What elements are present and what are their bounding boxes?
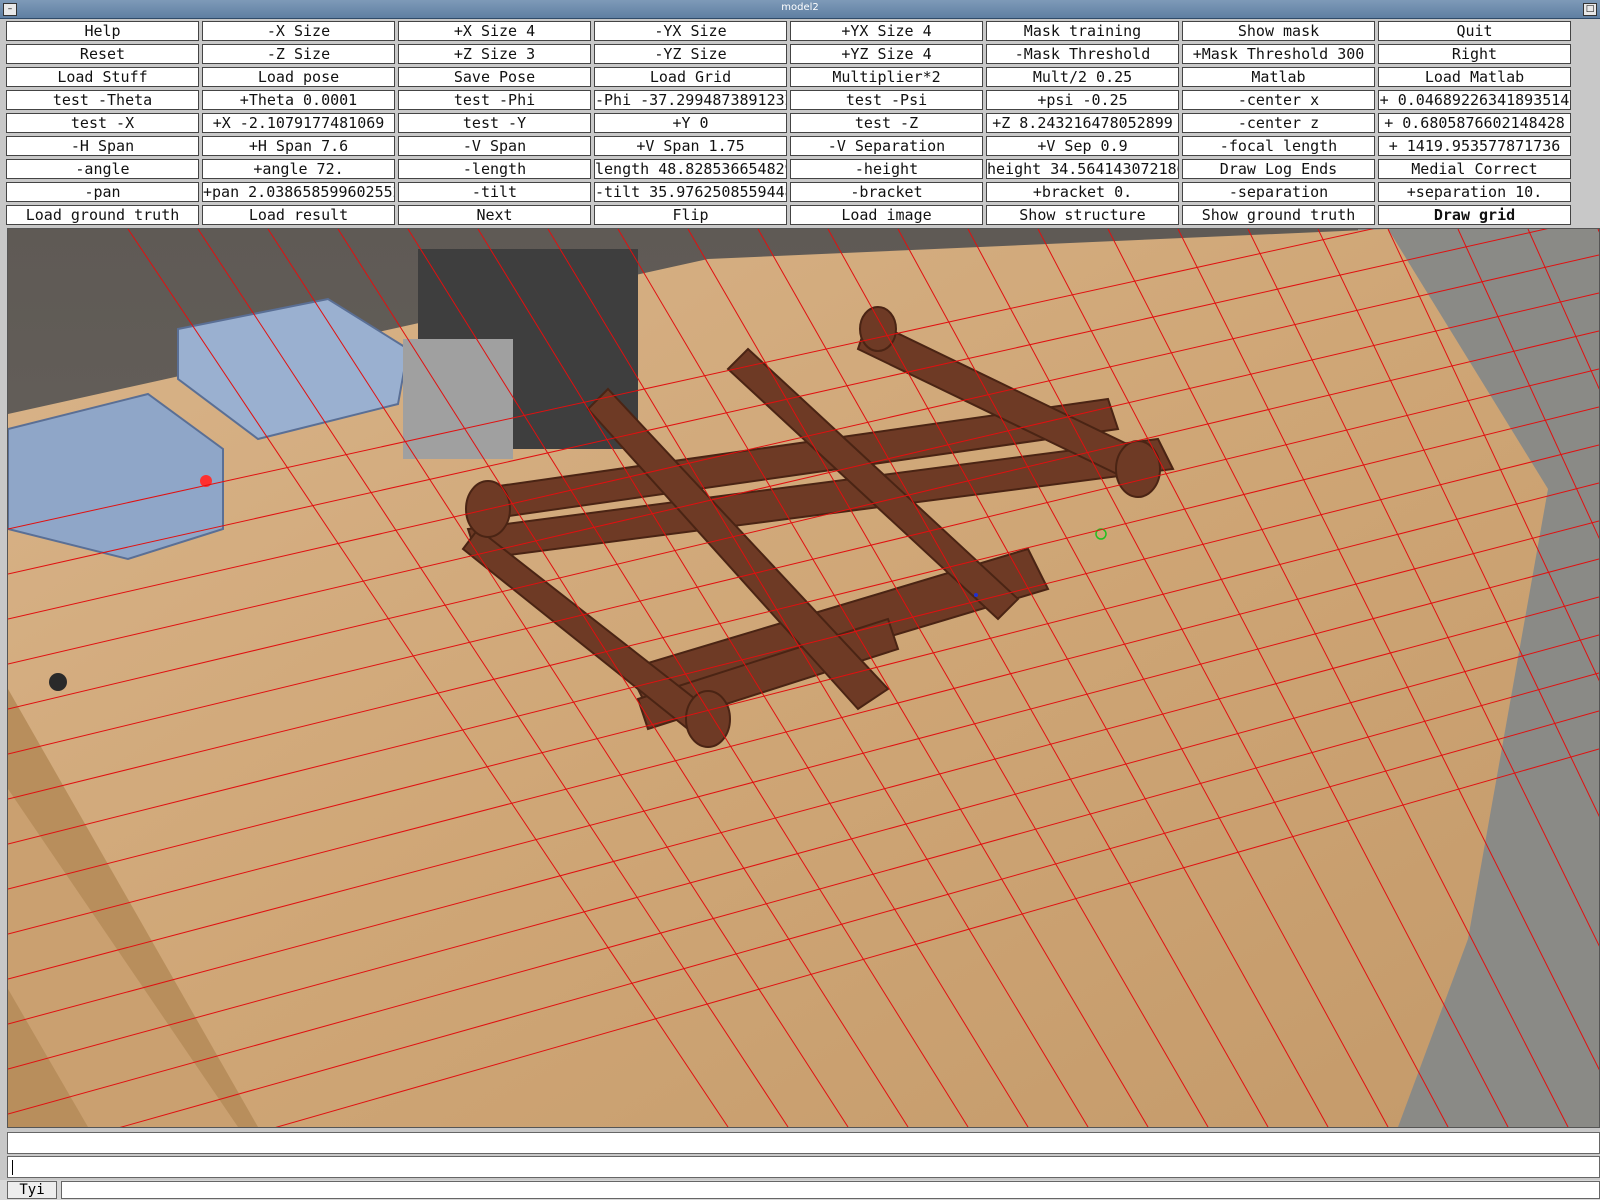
button-r8-c6[interactable]: Show ground truth [1182, 205, 1375, 225]
button-r3-c7[interactable]: + 0.04689226341893514 [1378, 90, 1571, 110]
camera-image [8, 229, 1599, 1127]
camera-image-view[interactable] [7, 228, 1600, 1128]
button-r3-c1[interactable]: +Theta 0.0001 [202, 90, 395, 110]
button-r0-c7[interactable]: Quit [1378, 21, 1571, 41]
button-r2-c5[interactable]: Mult/2 0.25 [986, 67, 1179, 87]
button-r7-c0[interactable]: -pan [6, 182, 199, 202]
button-r8-c2[interactable]: Next [398, 205, 591, 225]
command-input[interactable] [7, 1156, 1600, 1178]
button-r8-c0[interactable]: Load ground truth [6, 205, 199, 225]
button-r7-c7[interactable]: +separation 10. [1378, 182, 1571, 202]
button-r8-c5[interactable]: Show structure [986, 205, 1179, 225]
button-r7-c2[interactable]: -tilt [398, 182, 591, 202]
button-r8-c1[interactable]: Load result [202, 205, 395, 225]
button-r4-c2[interactable]: test -Y [398, 113, 591, 133]
button-r6-c5[interactable]: height 34.56414307218681 [986, 159, 1179, 179]
button-r0-c2[interactable]: +X Size 4 [398, 21, 591, 41]
button-r4-c6[interactable]: -center z [1182, 113, 1375, 133]
text-caret [12, 1160, 13, 1175]
button-r2-c4[interactable]: Multiplier*2 [790, 67, 983, 87]
button-r1-c7[interactable]: Right [1378, 44, 1571, 64]
button-r1-c3[interactable]: -YZ Size [594, 44, 787, 64]
button-r5-c2[interactable]: -V Span [398, 136, 591, 156]
button-r6-c0[interactable]: -angle [6, 159, 199, 179]
button-r6-c2[interactable]: -length [398, 159, 591, 179]
button-r1-c2[interactable]: +Z Size 3 [398, 44, 591, 64]
bottom-label: Tyi [7, 1181, 57, 1199]
button-r7-c1[interactable]: +pan 2.038658599602552 [202, 182, 395, 202]
button-r1-c5[interactable]: -Mask Threshold [986, 44, 1179, 64]
button-r3-c2[interactable]: test -Phi [398, 90, 591, 110]
button-r0-c0[interactable]: Help [6, 21, 199, 41]
button-r0-c1[interactable]: -X Size [202, 21, 395, 41]
button-r7-c6[interactable]: -separation [1182, 182, 1375, 202]
button-r2-c2[interactable]: Save Pose [398, 67, 591, 87]
window-title: model2 [781, 2, 819, 13]
button-r8-c4[interactable]: Load image [790, 205, 983, 225]
button-r2-c7[interactable]: Load Matlab [1378, 67, 1571, 87]
window-titlebar: – model2 □ [0, 0, 1600, 19]
button-r4-c7[interactable]: + 0.6805876602148428 [1378, 113, 1571, 133]
status-line [7, 1132, 1600, 1154]
button-r5-c5[interactable]: +V Sep 0.9 [986, 136, 1179, 156]
control-button-grid: Help -X Size +X Size 4 -YX Size +YX Size 4 Ma… [6, 21, 1600, 225]
button-r3-c0[interactable]: test -Theta [6, 90, 199, 110]
button-r1-c6[interactable]: +Mask Threshold 300 [1182, 44, 1375, 64]
button-r8-c3[interactable]: Flip [594, 205, 787, 225]
button-r0-c5[interactable]: Mask training [986, 21, 1179, 41]
button-r2-c3[interactable]: Load Grid [594, 67, 787, 87]
window-maximize-icon[interactable]: □ [1583, 3, 1597, 16]
button-r5-c1[interactable]: +H Span 7.6 [202, 136, 395, 156]
button-r3-c3[interactable]: -Phi -37.29948738912328 [594, 90, 787, 110]
button-r2-c0[interactable]: Load Stuff [6, 67, 199, 87]
bottom-field[interactable] [61, 1181, 1600, 1199]
button-r6-c6[interactable]: Draw Log Ends [1182, 159, 1375, 179]
button-r2-c6[interactable]: Matlab [1182, 67, 1375, 87]
button-r7-c3[interactable]: -tilt 35.97625085594485 [594, 182, 787, 202]
button-r3-c4[interactable]: test -Psi [790, 90, 983, 110]
button-r1-c0[interactable]: Reset [6, 44, 199, 64]
button-r6-c7[interactable]: Medial Correct [1378, 159, 1571, 179]
button-r5-c4[interactable]: -V Separation [790, 136, 983, 156]
bottom-bar: Tyi [0, 1180, 1600, 1200]
button-r7-c5[interactable]: +bracket 0. [986, 182, 1179, 202]
button-r5-c6[interactable]: -focal length [1182, 136, 1375, 156]
blue-marker [974, 593, 978, 597]
button-r1-c1[interactable]: -Z Size [202, 44, 395, 64]
button-r4-c5[interactable]: +Z 8.243216478052899 [986, 113, 1179, 133]
button-r6-c1[interactable]: +angle 72. [202, 159, 395, 179]
button-r4-c4[interactable]: test -Z [790, 113, 983, 133]
table-hole [49, 673, 67, 691]
button-r4-c0[interactable]: test -X [6, 113, 199, 133]
button-r6-c3[interactable]: length 48.82853665482904 [594, 159, 787, 179]
button-r4-c3[interactable]: +Y 0 [594, 113, 787, 133]
button-r4-c1[interactable]: +X -2.1079177481069 [202, 113, 395, 133]
button-r2-c1[interactable]: Load pose [202, 67, 395, 87]
button-r1-c4[interactable]: +YZ Size 4 [790, 44, 983, 64]
button-r0-c6[interactable]: Show mask [1182, 21, 1375, 41]
button-r3-c5[interactable]: +psi -0.25 [986, 90, 1179, 110]
button-r8-c7[interactable]: Draw grid [1378, 205, 1571, 225]
button-r5-c3[interactable]: +V Span 1.75 [594, 136, 787, 156]
button-r5-c7[interactable]: + 1419.953577871736 [1378, 136, 1571, 156]
button-r3-c6[interactable]: -center x [1182, 90, 1375, 110]
button-r7-c4[interactable]: -bracket [790, 182, 983, 202]
button-r0-c3[interactable]: -YX Size [594, 21, 787, 41]
button-r5-c0[interactable]: -H Span [6, 136, 199, 156]
button-r6-c4[interactable]: -height [790, 159, 983, 179]
button-r0-c4[interactable]: +YX Size 4 [790, 21, 983, 41]
